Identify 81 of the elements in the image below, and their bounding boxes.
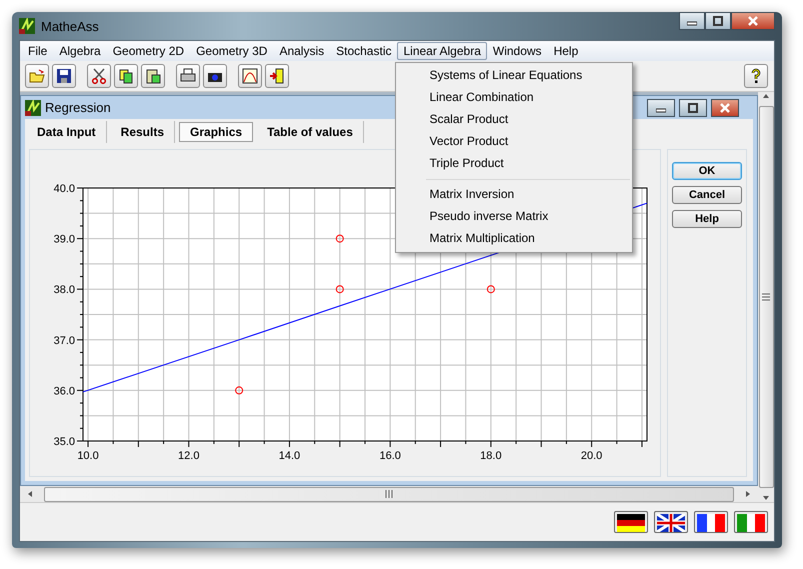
y-tick-label: 36.0 [54, 385, 75, 398]
scroll-up-icon[interactable] [762, 92, 770, 100]
toolbar-button[interactable] [238, 64, 262, 88]
y-tick-label: 35.0 [54, 436, 75, 448]
menu-entry[interactable]: Pseudo inverse Matrix [396, 206, 632, 228]
printer-icon [180, 68, 196, 84]
maximize-button[interactable] [679, 98, 707, 116]
y-tick-label: 39.0 [54, 234, 75, 246]
scroll-right-icon[interactable] [744, 490, 752, 498]
menu-entry[interactable]: Scalar Product [396, 109, 632, 131]
folder-icon [29, 68, 45, 84]
language-button[interactable] [654, 511, 688, 533]
french-flag-icon [697, 514, 725, 532]
menu-entry[interactable]: Linear Combination [396, 87, 632, 109]
menu-entry[interactable]: Triple Product [396, 153, 632, 175]
data-point [486, 285, 495, 294]
x-tick-label: 12.0 [178, 450, 200, 462]
menu-item[interactable]: Windows [486, 42, 548, 60]
dialog-button[interactable]: OK [672, 162, 742, 180]
scroll-down-icon[interactable] [762, 494, 770, 502]
window-title: MatheAss [41, 18, 99, 34]
language-button[interactable] [614, 511, 648, 533]
close-icon [748, 16, 758, 26]
menu-item[interactable]: Algebra [53, 42, 107, 60]
child-window-title: Regression [45, 100, 111, 115]
copy-icon [118, 68, 134, 84]
grip-icon [762, 293, 770, 301]
toolbar-button[interactable] [87, 64, 111, 88]
menu-item[interactable]: Geometry 2D [106, 42, 190, 60]
app-logo-icon [19, 18, 35, 34]
app-logo-icon [25, 100, 41, 116]
menu-item[interactable]: Help [548, 42, 584, 60]
data-point [235, 386, 244, 394]
menu-item[interactable]: Linear Algebra [397, 42, 487, 60]
menu-entry[interactable]: Systems of Linear Equations [396, 65, 632, 87]
x-tick-label: 18.0 [480, 450, 502, 462]
y-tick-label: 40.0 [54, 183, 75, 195]
toolbar-button[interactable] [176, 64, 200, 88]
minimize-button[interactable] [647, 98, 675, 116]
toolbar-button[interactable] [265, 64, 289, 88]
close-button[interactable] [731, 12, 775, 30]
x-tick-label: 16.0 [379, 450, 401, 462]
menu-entry[interactable]: Vector Product [396, 131, 632, 153]
menu-item[interactable]: Geometry 3D [190, 42, 274, 60]
toolbar-button[interactable] [114, 64, 138, 88]
data-point [336, 234, 344, 243]
paste-icon [145, 68, 161, 84]
maximize-button[interactable] [705, 12, 731, 30]
toolbar-button[interactable] [52, 64, 76, 88]
minimize-button[interactable] [679, 12, 705, 30]
german-flag-icon [617, 514, 645, 532]
menu-entry[interactable]: Matrix Inversion [396, 184, 632, 206]
menu-entry[interactable]: Matrix Multiplication [396, 228, 632, 250]
menu-item[interactable]: File [22, 42, 54, 60]
y-tick-label: 38.0 [54, 284, 75, 296]
exit-door-icon [269, 68, 285, 84]
help-button[interactable] [744, 64, 768, 88]
data-point [336, 285, 344, 294]
british-flag-icon [657, 514, 685, 532]
close-icon [720, 102, 730, 112]
italian-flag-icon [737, 514, 765, 532]
x-tick-label: 20.0 [580, 450, 602, 462]
toolbar-button[interactable] [141, 64, 165, 88]
tab[interactable]: Graphics [179, 122, 254, 142]
language-button[interactable] [694, 511, 728, 533]
maximize-icon [713, 16, 723, 26]
grip-icon [385, 490, 393, 498]
dialog-button[interactable]: Help [672, 210, 742, 228]
menu-item[interactable]: Analysis [273, 42, 330, 60]
y-tick-label: 37.0 [54, 334, 75, 347]
close-button[interactable] [711, 98, 739, 116]
toolbar-button[interactable] [203, 64, 227, 88]
x-tick-label: 10.0 [77, 450, 99, 462]
graph-icon [242, 68, 258, 84]
x-tick-label: 14.0 [278, 450, 300, 462]
maximize-icon [688, 102, 698, 112]
save-icon [56, 68, 72, 84]
menu-item[interactable]: Stochastic [330, 42, 398, 60]
scissors-icon [91, 68, 107, 84]
scroll-left-icon[interactable] [26, 490, 34, 498]
dialog-button[interactable]: Cancel [672, 186, 742, 204]
